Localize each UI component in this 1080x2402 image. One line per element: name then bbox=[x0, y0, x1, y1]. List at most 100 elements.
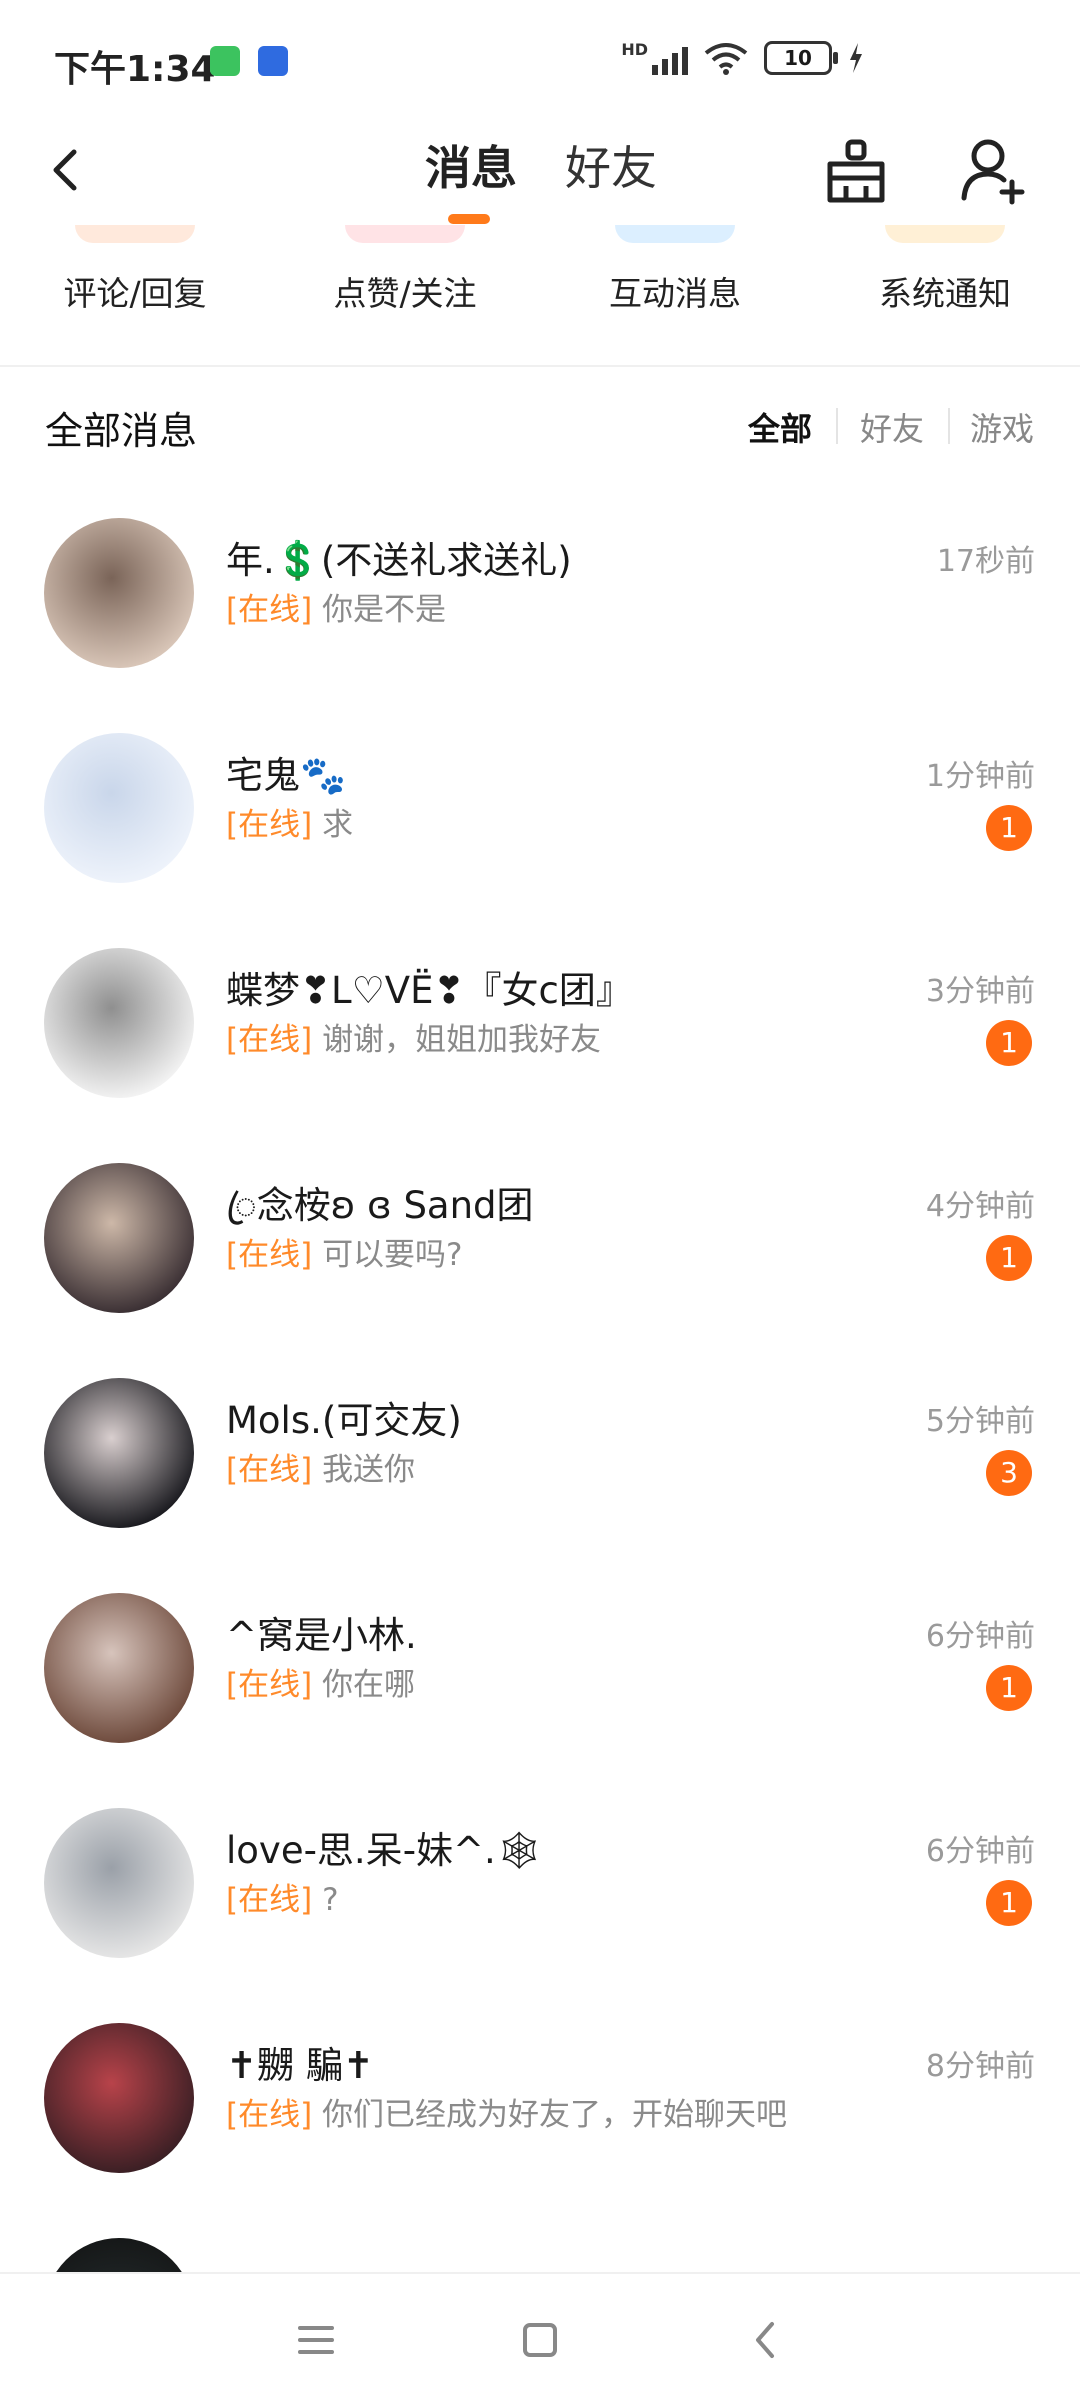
message-time: 17秒前 bbox=[936, 544, 1035, 579]
preview-text: 你是不是 bbox=[322, 592, 447, 628]
online-tag: [在线] bbox=[226, 1667, 313, 1703]
messages-section-header: 全部消息 全部 好友 游戏 bbox=[0, 380, 1080, 470]
unread-badge: 1 bbox=[986, 1235, 1032, 1281]
avatar[interactable] bbox=[44, 1808, 194, 1958]
bell-icon bbox=[885, 225, 1005, 243]
add-friend-icon[interactable] bbox=[952, 130, 1032, 210]
preview-text: 求 bbox=[322, 807, 354, 843]
avatar[interactable] bbox=[44, 1378, 194, 1528]
conversation-item[interactable]: 年.💲(不送礼求送礼) [在线] 你是不是 17秒前 bbox=[0, 518, 1080, 733]
preview-text: ? bbox=[322, 1882, 339, 1918]
tab-messages[interactable]: 消息 bbox=[425, 132, 517, 198]
home-icon[interactable] bbox=[510, 2310, 570, 2370]
conversation-item[interactable]: Mols.(可交友) [在线] 我送你 5分钟前 3 bbox=[0, 1378, 1080, 1593]
contact-name: Mols.(可交友) bbox=[226, 1399, 462, 1442]
category-comments-replies[interactable]: 评论/回复 bbox=[0, 225, 270, 365]
hd-label: HD bbox=[621, 40, 648, 59]
message-preview: [在线] 谢谢，姐姐加我好友 bbox=[226, 1014, 601, 1059]
category-interactions[interactable]: 互动消息 bbox=[540, 225, 810, 365]
conversation-item[interactable]: love-思.呆-妹^.🕸 [在线] ? 6分钟前 1 bbox=[0, 1808, 1080, 2023]
unread-badge: 1 bbox=[986, 805, 1032, 851]
conversation-item-partial[interactable] bbox=[0, 2238, 1080, 2272]
wechat-notification-icon bbox=[210, 46, 240, 76]
category-label: 系统通知 bbox=[879, 274, 1011, 313]
preview-text: 谢谢，姐姐加我好友 bbox=[322, 1022, 602, 1058]
message-preview: [在线] ? bbox=[226, 1874, 339, 1919]
contact-name: 宅鬼🐾 bbox=[226, 754, 347, 797]
filter-friends[interactable]: 好友 bbox=[860, 404, 924, 450]
preview-text: 我送你 bbox=[322, 1452, 416, 1488]
category-likes-follows[interactable]: 点赞/关注 bbox=[270, 225, 540, 365]
avatar[interactable] bbox=[44, 948, 194, 1098]
back-arrow-icon[interactable] bbox=[42, 136, 112, 206]
category-label: 评论/回复 bbox=[63, 274, 207, 313]
message-time: 4分钟前 bbox=[925, 1189, 1035, 1224]
filter-divider bbox=[948, 408, 950, 444]
online-tag: [在线] bbox=[226, 2097, 313, 2133]
avatar[interactable] bbox=[44, 1163, 194, 1313]
message-time: 1分钟前 bbox=[925, 759, 1035, 794]
conversation-item[interactable]: ^窝是小林. [在线] 你在哪 6分钟前 1 bbox=[0, 1593, 1080, 1808]
message-time: 6分钟前 bbox=[925, 1834, 1035, 1869]
contact-name: ^窝是小林. bbox=[226, 1614, 417, 1657]
message-preview: [在线] 你在哪 bbox=[226, 1659, 415, 1704]
signal-icon bbox=[652, 45, 688, 75]
contact-name: love-思.呆-妹^.🕸 bbox=[226, 1829, 543, 1872]
menu-icon[interactable] bbox=[286, 2310, 346, 2370]
app-notification-icon bbox=[258, 46, 288, 76]
charging-icon bbox=[850, 42, 862, 73]
online-tag: [在线] bbox=[226, 1022, 313, 1058]
online-tag: [在线] bbox=[226, 592, 313, 628]
online-tag: [在线] bbox=[226, 807, 313, 843]
status-indicators: HD 10 bbox=[621, 40, 864, 75]
avatar[interactable] bbox=[44, 518, 194, 668]
all-messages-title: 全部消息 bbox=[45, 409, 198, 453]
active-tab-indicator bbox=[448, 214, 490, 224]
avatar[interactable] bbox=[44, 2238, 194, 2272]
contact-name: 蝶梦❣L♡VË❣『女c团』 bbox=[226, 969, 633, 1012]
unread-badge: 1 bbox=[986, 1020, 1032, 1066]
wifi-icon bbox=[704, 42, 748, 75]
battery-level: 10 bbox=[784, 45, 812, 70]
online-tag: [在线] bbox=[226, 1882, 313, 1918]
unread-badge: 1 bbox=[986, 1880, 1032, 1926]
heart-icon bbox=[345, 225, 465, 243]
category-label: 互动消息 bbox=[609, 274, 741, 313]
message-time: 6分钟前 bbox=[925, 1619, 1035, 1654]
online-tag: [在线] bbox=[226, 1237, 313, 1273]
message-preview: [在线] 可以要吗? bbox=[226, 1229, 463, 1274]
message-time: 8分钟前 bbox=[925, 2049, 1035, 2084]
avatar[interactable] bbox=[44, 733, 194, 883]
back-icon[interactable] bbox=[736, 2310, 796, 2370]
online-tag: [在线] bbox=[226, 1452, 313, 1488]
avatar[interactable] bbox=[44, 1593, 194, 1743]
filter-all[interactable]: 全部 bbox=[748, 404, 812, 450]
section-divider bbox=[0, 365, 1080, 367]
status-time: 下午1:34 bbox=[54, 49, 216, 90]
message-preview: [在线] 我送你 bbox=[226, 1444, 415, 1489]
comment-icon bbox=[75, 225, 195, 243]
category-system-notices[interactable]: 系统通知 bbox=[810, 225, 1080, 365]
preview-text: 你在哪 bbox=[322, 1667, 416, 1703]
message-time: 5分钟前 bbox=[925, 1404, 1035, 1439]
avatar[interactable] bbox=[44, 2023, 194, 2173]
message-preview: [在线] 求 bbox=[226, 799, 353, 844]
battery-icon: 10 bbox=[764, 40, 838, 75]
contact-name: ✝嬲 騙✝ bbox=[226, 2044, 374, 2087]
message-time: 3分钟前 bbox=[925, 974, 1035, 1009]
message-preview: [在线] 你们已经成为好友了，开始聊天吧 bbox=[226, 2089, 787, 2134]
conversation-item[interactable]: 蝶梦❣L♡VË❣『女c团』 [在线] 谢谢，姐姐加我好友 3分钟前 1 bbox=[0, 948, 1080, 1163]
filter-games[interactable]: 游戏 bbox=[970, 404, 1034, 450]
status-bar: 下午1:34 HD 10 bbox=[0, 0, 1080, 118]
filter-divider bbox=[836, 408, 838, 444]
conversation-item[interactable]: 宅鬼🐾 [在线] 求 1分钟前 1 bbox=[0, 733, 1080, 948]
category-label: 点赞/关注 bbox=[333, 274, 477, 313]
conversation-item[interactable]: ꦿ念桉ʚ ɞ Sand团 [在线] 可以要吗? 4分钟前 1 bbox=[0, 1163, 1080, 1378]
tab-friends[interactable]: 好友 bbox=[565, 132, 657, 198]
unread-badge: 1 bbox=[986, 1665, 1032, 1711]
top-header: 消息 好友 bbox=[0, 118, 1080, 228]
preview-text: 可以要吗? bbox=[322, 1237, 463, 1273]
conversation-item[interactable]: ✝嬲 騙✝ [在线] 你们已经成为好友了，开始聊天吧 8分钟前 bbox=[0, 2023, 1080, 2238]
clean-broom-icon[interactable] bbox=[816, 130, 896, 210]
message-preview: [在线] 你是不是 bbox=[226, 584, 446, 629]
